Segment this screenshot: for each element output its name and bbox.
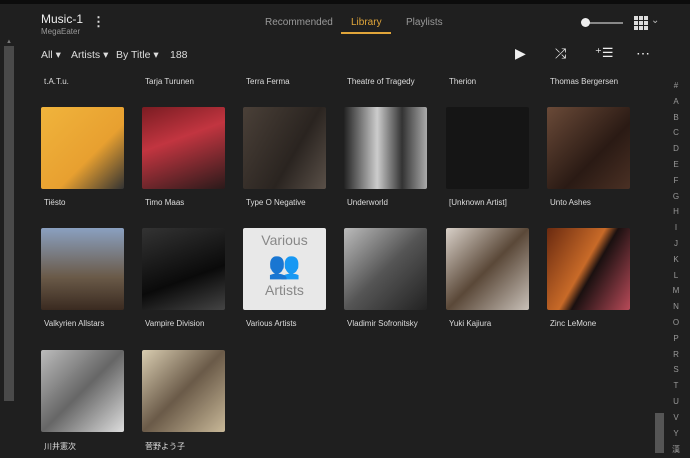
right-scrollbar-thumb[interactable] [655,413,664,453]
play-icon[interactable]: ▶ [515,45,526,62]
artist-name[interactable]: 菅野よう子 [145,441,185,452]
alphabet-jump-18[interactable]: S [671,365,681,374]
alphabet-jump-13[interactable]: M [671,286,681,295]
artist-name[interactable]: Various Artists [246,319,297,328]
artist-name[interactable]: Underworld [347,198,388,207]
alphabet-jump-2[interactable]: B [671,113,681,122]
alphabet-jump-11[interactable]: K [671,255,681,264]
artist-name[interactable]: Type O Negative [246,198,306,207]
left-scrollbar[interactable] [4,46,14,401]
artist-name[interactable]: Unto Ashes [550,198,591,207]
more-horizontal-icon[interactable]: ⋯ [636,45,650,62]
alphabet-jump-10[interactable]: J [671,239,681,248]
category-label: Artists [71,49,101,61]
size-slider-knob[interactable] [581,18,590,27]
tab-library[interactable]: Library [351,17,382,28]
artist-name[interactable]: Thomas Bergersen [550,77,618,86]
alphabet-jump-23[interactable]: 漢 [671,444,681,455]
artist-name[interactable]: Tarja Turunen [145,77,194,86]
alphabet-jump-14[interactable]: N [671,302,681,311]
artist-name[interactable]: Zinc LeMone [550,319,596,328]
active-tab-indicator [341,32,391,34]
artist-name[interactable]: 川井憲次 [44,441,76,452]
scope-dropdown[interactable]: All ▾ [41,49,61,61]
alphabet-jump-16[interactable]: P [671,334,681,343]
app-subtitle: MegaEater [41,27,81,36]
alphabet-jump-1[interactable]: A [671,97,681,106]
alphabet-jump-9[interactable]: I [671,223,681,232]
people-icon: 👥 [268,250,301,280]
artist-artwork[interactable] [547,107,630,189]
artist-name[interactable]: Tiësto [44,198,66,207]
alphabet-jump-22[interactable]: Y [671,429,681,438]
artist-artwork[interactable]: Various 👥 Artists [243,228,326,310]
add-to-queue-icon[interactable]: ⁺☰ [595,45,614,61]
alphabet-jump-8[interactable]: H [671,207,681,216]
window-top-bar [0,0,690,4]
alphabet-jump-6[interactable]: F [671,176,681,185]
grid-view-icon[interactable] [634,16,648,30]
artist-artwork[interactable] [243,107,326,189]
alphabet-jump-0[interactable]: # [671,81,681,90]
artist-artwork[interactable] [41,228,124,310]
artist-name[interactable]: [Unknown Artist] [449,198,507,207]
more-vertical-icon[interactable]: ⋮ [92,14,105,30]
artist-artwork[interactable] [547,228,630,310]
artist-artwork[interactable] [142,350,225,432]
artist-name[interactable]: Vampire Division [145,319,204,328]
artist-name[interactable]: Vladimir Sofronitsky [347,319,418,328]
artist-name[interactable]: Yuki Kajiura [449,319,491,328]
alphabet-jump-7[interactable]: G [671,192,681,201]
artist-artwork[interactable] [446,228,529,310]
artist-artwork[interactable] [344,107,427,189]
artist-artwork[interactable] [142,228,225,310]
artist-artwork[interactable] [41,350,124,432]
app-title: Music-1 [41,12,84,26]
shuffle-icon[interactable]: ⤮ [555,45,566,62]
alphabet-jump-4[interactable]: D [671,144,681,153]
artist-artwork[interactable] [446,107,529,189]
various-top-text: Various [261,232,308,248]
alphabet-jump-15[interactable]: O [671,318,681,327]
sort-label: By Title [116,49,151,61]
alphabet-jump-21[interactable]: V [671,413,681,422]
artist-artwork[interactable] [142,107,225,189]
various-bottom-text: Artists [265,282,304,298]
category-dropdown[interactable]: Artists ▾ [71,49,108,61]
alphabet-jump-5[interactable]: E [671,160,681,169]
alphabet-jump-17[interactable]: R [671,350,681,359]
alphabet-jump-12[interactable]: L [671,271,681,280]
artist-name[interactable]: Therion [449,77,476,86]
artist-artwork[interactable] [344,228,427,310]
sort-dropdown[interactable]: By Title ▾ [116,49,159,61]
scope-label: All [41,49,53,61]
scroll-up-arrow[interactable]: ▲ [6,39,12,45]
tab-recommended[interactable]: Recommended [265,17,333,28]
artist-name[interactable]: Valkyrien Allstars [44,319,104,328]
alphabet-jump-3[interactable]: C [671,128,681,137]
tab-playlists[interactable]: Playlists [406,17,443,28]
chevron-down-icon[interactable]: ⌄ [651,15,659,26]
item-count: 188 [170,49,188,61]
alphabet-jump-19[interactable]: T [671,381,681,390]
artist-artwork[interactable] [41,107,124,189]
artist-name[interactable]: Theatre of Tragedy [347,77,415,86]
artist-name[interactable]: Terra Ferma [246,77,290,86]
alphabet-jump-20[interactable]: U [671,397,681,406]
artist-name[interactable]: t.A.T.u. [44,77,69,86]
artist-name[interactable]: Timo Maas [145,198,184,207]
